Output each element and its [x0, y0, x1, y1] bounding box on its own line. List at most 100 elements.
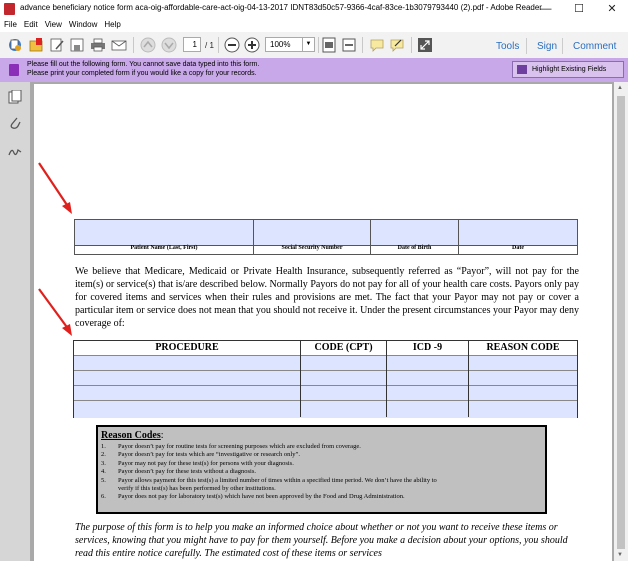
date-label: Date: [512, 245, 524, 251]
next-page-icon[interactable]: [160, 36, 178, 54]
create-pdf-icon[interactable]: [6, 36, 24, 54]
procedure-table: PROCEDURE CODE (CPT) ICD -9 REASON CODE: [73, 340, 578, 418]
reason-item: verify if this test(s) has been performe…: [101, 485, 437, 493]
reason-number: 1.: [101, 443, 106, 450]
toolbar-separator: [218, 37, 219, 53]
procedure-row-field[interactable]: [74, 370, 577, 385]
fit-width-icon[interactable]: [340, 36, 358, 54]
notice-line-1: Please fill out the following form. You …: [27, 61, 260, 68]
toolbar-separator: [411, 37, 412, 53]
navigation-pane: [0, 82, 31, 561]
window-title: advance beneficiary notice form aca-oig-…: [20, 3, 542, 12]
procedure-row-field[interactable]: [74, 355, 577, 370]
zoom-level-input[interactable]: 100%: [265, 37, 303, 52]
zoom-out-icon[interactable]: [223, 36, 241, 54]
print-icon[interactable]: [89, 36, 107, 54]
toolbar: 1 / 1 100% ▼ Tools Sign Comment: [0, 32, 628, 59]
reason-codes-box: Reason Codes: 1. Payor doesn’t pay for ro…: [96, 425, 547, 514]
date-field[interactable]: [459, 220, 577, 246]
form-notice-bar: Please fill out the following form. You …: [0, 58, 628, 82]
highlight-fields-label: Highlight Existing Fields: [532, 66, 607, 73]
menu-bar: File Edit View Window Help: [0, 18, 628, 32]
menu-file[interactable]: File: [0, 18, 20, 29]
menu-view[interactable]: View: [41, 18, 65, 29]
reason-item: 1. Payor doesn’t pay for routine tests fo…: [101, 443, 437, 451]
email-icon[interactable]: [110, 36, 128, 54]
reason-item: 3. Payor may not pay for these test(s) fo…: [101, 460, 437, 468]
maximize-button[interactable]: ☐: [563, 0, 595, 18]
signatures-icon[interactable]: [8, 144, 22, 158]
reason-item: 6. Payor does not pay for laboratory test…: [101, 493, 437, 501]
page-number-input[interactable]: 1: [183, 37, 201, 52]
ssn-field[interactable]: [254, 220, 370, 246]
ssn-label: Social Security Number: [281, 245, 343, 251]
procedure-row-field[interactable]: [74, 400, 577, 418]
toolbar-separator: [318, 37, 319, 53]
menu-window[interactable]: Window: [65, 18, 100, 29]
scroll-down-icon[interactable]: ▼: [617, 552, 623, 558]
attachments-icon[interactable]: [8, 116, 22, 130]
purpose-paragraph: The purpose of this form is to help you …: [75, 522, 568, 559]
reason-codes-list: 1. Payor doesn’t pay for routine tests fo…: [101, 443, 437, 502]
reason-codes-colon: :: [160, 430, 164, 441]
open-file-icon[interactable]: [27, 36, 45, 54]
table-divider: [386, 341, 387, 417]
page-thumbnails-icon[interactable]: [8, 89, 22, 104]
notice-line-2: Please print your completed form if you …: [27, 70, 257, 77]
reason-text: Payor does not pay for laboratory test(s…: [118, 493, 405, 501]
form-icon: [9, 64, 19, 76]
zoom-in-icon[interactable]: [243, 36, 261, 54]
highlight-fields-button[interactable]: Highlight Existing Fields: [512, 61, 624, 78]
sticky-note-icon[interactable]: [368, 36, 386, 54]
table-divider: [468, 341, 469, 417]
icd9-header: ICD -9: [412, 342, 443, 353]
fit-page-icon[interactable]: [320, 36, 338, 54]
reason-text: Payor may not pay for these test(s) for …: [118, 459, 294, 467]
patient-name-label: Patient Name (Last, First): [130, 245, 198, 251]
dob-field[interactable]: [371, 220, 458, 246]
toolbar-separator: [362, 37, 363, 53]
adobe-reader-icon: [4, 3, 15, 15]
menu-help[interactable]: Help: [100, 18, 123, 29]
tools-button[interactable]: Tools: [496, 41, 519, 52]
red-arrow-icon: [38, 162, 72, 214]
highlight-icon: [517, 65, 527, 74]
reason-codes-heading: Reason Codes: [101, 430, 161, 441]
cpt-header: CODE (CPT): [314, 342, 373, 353]
reason-number: 5.: [101, 476, 106, 484]
procedure-row-field[interactable]: [74, 385, 577, 400]
toolbar-separator: [562, 38, 563, 54]
table-divider: [300, 341, 301, 417]
reason-text: Payor doesn’t pay for tests which are “i…: [118, 451, 300, 459]
minimize-button[interactable]: —: [530, 0, 562, 18]
dob-label: Date of Birth: [397, 245, 432, 251]
full-screen-icon[interactable]: [416, 36, 434, 54]
reason-text: Payor doesn’t pay for routine tests for …: [118, 443, 361, 450]
vertical-scrollbar[interactable]: ▲ ▼: [614, 82, 628, 561]
menu-edit[interactable]: Edit: [20, 18, 41, 29]
page-count: / 1: [205, 41, 214, 50]
toolbar-separator: [133, 37, 134, 53]
reason-number: 3.: [101, 459, 106, 467]
reason-number: 2.: [101, 451, 106, 459]
procedure-header: PROCEDURE: [155, 342, 219, 353]
reason-item: 2. Payor doesn’t pay for tests which are …: [101, 451, 437, 459]
patient-name-field[interactable]: [75, 220, 253, 246]
zoom-dropdown-chevron-icon[interactable]: ▼: [303, 37, 315, 52]
reason-text: verify if this test(s) has been performe…: [118, 485, 276, 493]
reason-code-header: REASON CODE: [486, 342, 560, 353]
reason-number: 6.: [101, 493, 106, 501]
reason-item: 4. Payor doesn’t pay for these tests with…: [101, 468, 437, 476]
previous-page-icon[interactable]: [139, 36, 157, 54]
reason-number: 4.: [101, 468, 106, 476]
save-icon[interactable]: [68, 36, 86, 54]
sign-button[interactable]: Sign: [537, 41, 557, 52]
scrollbar-thumb[interactable]: [617, 96, 625, 549]
comment-button[interactable]: Comment: [573, 41, 616, 52]
title-bar: advance beneficiary notice form aca-oig-…: [0, 0, 628, 19]
scroll-up-icon[interactable]: ▲: [617, 85, 623, 91]
reason-text: Payor doesn’t pay for these tests withou…: [118, 468, 256, 476]
close-button[interactable]: ✕: [596, 0, 628, 18]
edit-file-icon[interactable]: [48, 36, 66, 54]
highlight-text-icon[interactable]: [388, 36, 406, 54]
